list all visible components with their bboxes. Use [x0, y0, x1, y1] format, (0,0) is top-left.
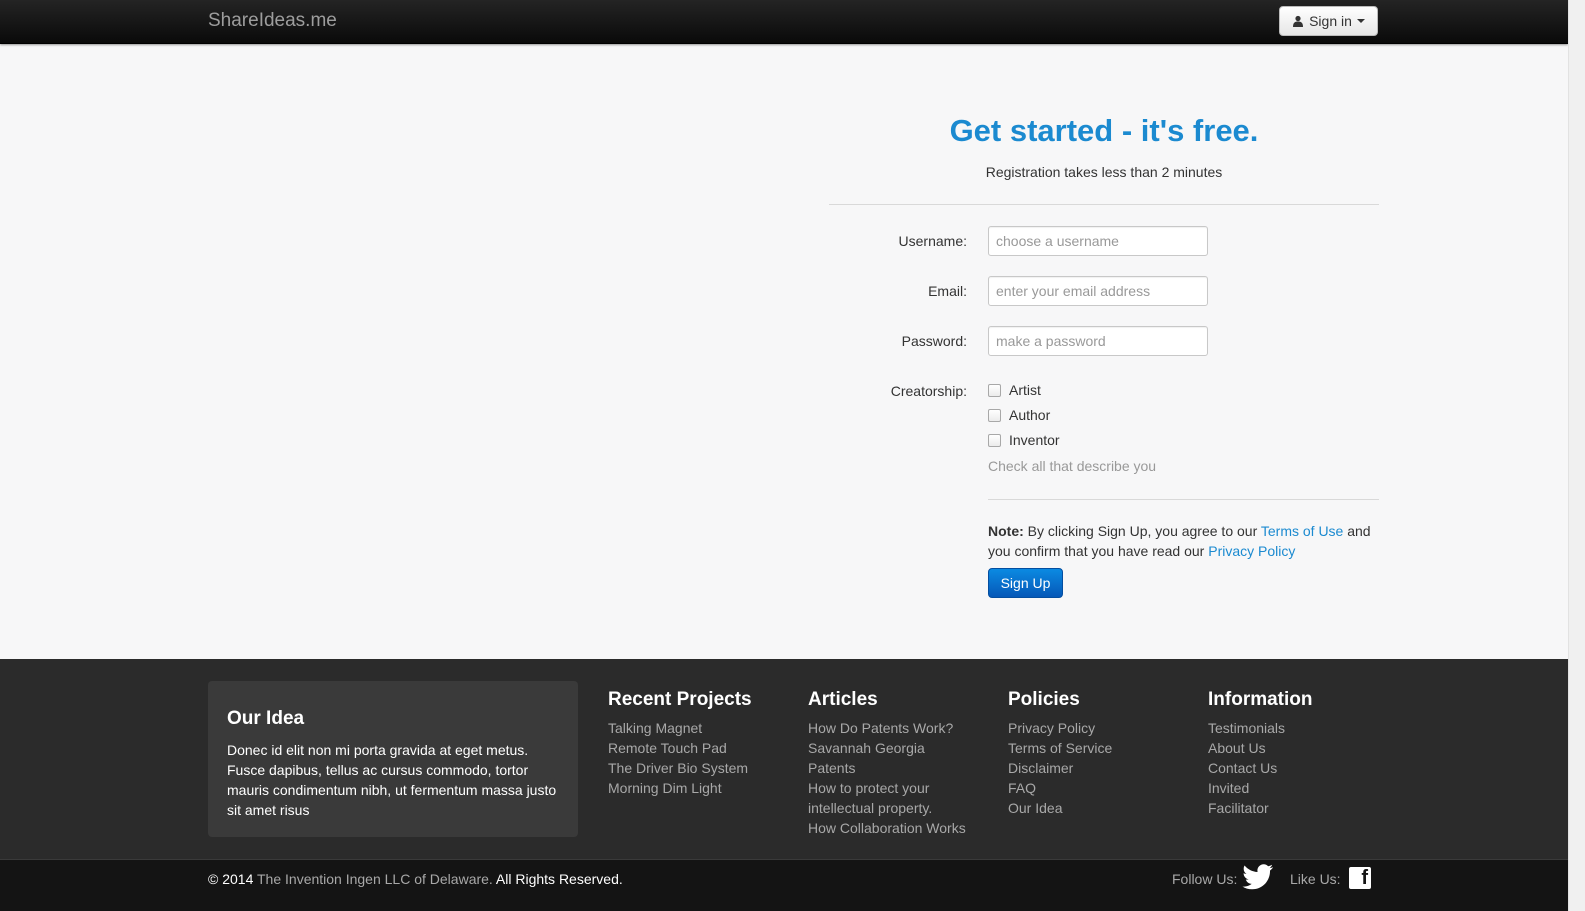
footer-link[interactable]: About Us	[1208, 738, 1313, 758]
brand-logo[interactable]: ShareIdeas.me	[208, 10, 337, 32]
creatorship-label: Creatorship:	[890, 383, 967, 399]
copyright-prefix: © 2014	[208, 871, 257, 887]
our-idea-text: Donec id elit non mi porta gravida at eg…	[227, 742, 557, 818]
user-icon	[1293, 15, 1304, 27]
footer-link[interactable]: Terms of Service	[1008, 738, 1112, 758]
sign-in-label: Sign in	[1309, 13, 1352, 29]
footer-column-title: Information	[1208, 689, 1313, 710]
password-input[interactable]	[988, 326, 1208, 356]
page-subtitle: Registration takes less than 2 minutes	[985, 164, 1223, 180]
like-us-label: Like Us:	[1290, 871, 1341, 887]
footer-link[interactable]: Testimonials	[1208, 718, 1313, 738]
password-label: Password:	[901, 333, 967, 349]
footer-link[interactable]: Our Idea	[1008, 798, 1112, 818]
footer-link[interactable]: Talking Magnet	[608, 718, 752, 738]
footer-link[interactable]: Morning Dim Light	[608, 778, 752, 798]
privacy-policy-link[interactable]: Privacy Policy	[1208, 543, 1295, 559]
footer-column-title: Articles	[808, 689, 878, 710]
company-link[interactable]: The Invention Ingen LLC of Delaware.	[257, 871, 493, 887]
divider	[988, 499, 1379, 500]
footer-column-policies: Policies Privacy Policy Terms of Service…	[1008, 689, 1112, 818]
footer-link[interactable]: Patents	[808, 758, 966, 778]
top-navbar: ShareIdeas.me Sign in	[0, 0, 1568, 44]
note-label: Note:	[988, 523, 1024, 539]
chevron-down-icon	[1356, 19, 1365, 23]
footer-link[interactable]: intellectual property.	[808, 798, 966, 818]
copyright: © 2014 The Invention Ingen LLC of Delawa…	[208, 871, 623, 887]
twitter-icon[interactable]	[1242, 864, 1274, 890]
username-input[interactable]	[988, 226, 1208, 256]
footer-column-recent-projects: Recent Projects Talking Magnet Remote To…	[608, 689, 752, 798]
author-checkbox[interactable]	[988, 408, 1001, 422]
artist-label: Artist	[1009, 382, 1041, 398]
inventor-checkbox[interactable]	[988, 433, 1001, 447]
footer-link[interactable]: The Driver Bio System	[608, 758, 752, 778]
author-checkbox-row[interactable]: Author	[988, 407, 1050, 423]
footer-link[interactable]: Contact Us	[1208, 758, 1313, 778]
footer-column-articles: Articles How Do Patents Work? Savannah G…	[808, 689, 966, 838]
page-title: Get started - it's free.	[949, 113, 1259, 148]
follow-us-label: Follow Us:	[1172, 871, 1238, 887]
footer-link[interactable]: How Collaboration Works	[808, 818, 966, 838]
divider	[829, 204, 1379, 205]
artist-checkbox-row[interactable]: Artist	[988, 382, 1041, 398]
our-idea-title: Our Idea	[227, 708, 305, 729]
artist-checkbox[interactable]	[988, 383, 1001, 397]
email-input[interactable]	[988, 276, 1208, 306]
footer-link[interactable]: Remote Touch Pad	[608, 738, 752, 758]
footer-column-title: Recent Projects	[608, 689, 752, 710]
username-label: Username:	[898, 233, 967, 249]
our-idea-box: Our Idea Donec id elit non mi porta grav…	[208, 681, 578, 837]
terms-note: Note: By clicking Sign Up, you agree to …	[988, 521, 1383, 561]
creatorship-help-text: Check all that describe you	[988, 458, 1157, 474]
footer-link[interactable]: Disclaimer	[1008, 758, 1112, 778]
footer-link[interactable]: Facilitator	[1208, 798, 1313, 818]
email-label: Email:	[928, 283, 967, 299]
footer-column-information: Information Testimonials About Us Contac…	[1208, 689, 1313, 818]
inventor-label: Inventor	[1009, 432, 1060, 448]
footer-link[interactable]: FAQ	[1008, 778, 1112, 798]
footer-link[interactable]: Privacy Policy	[1008, 718, 1112, 738]
footer-link[interactable]: How Do Patents Work?	[808, 718, 966, 738]
inventor-checkbox-row[interactable]: Inventor	[988, 432, 1060, 448]
footer-link[interactable]: Invited	[1208, 778, 1313, 798]
page-scrollbar[interactable]	[1568, 0, 1585, 911]
rights-text: All Rights Reserved.	[492, 871, 623, 887]
facebook-glyph: f	[1361, 867, 1368, 889]
facebook-icon[interactable]: f	[1349, 867, 1371, 889]
footer-link[interactable]: Savannah Georgia	[808, 738, 966, 758]
author-label: Author	[1009, 407, 1051, 423]
sign-up-button[interactable]: Sign Up	[988, 568, 1063, 598]
terms-of-use-link[interactable]: Terms of Use	[1261, 523, 1343, 539]
footer-column-title: Policies	[1008, 689, 1080, 710]
footer-link[interactable]: How to protect your	[808, 778, 966, 798]
note-text: By clicking Sign Up, you agree to our	[1023, 523, 1261, 539]
sign-in-button[interactable]: Sign in	[1279, 6, 1378, 36]
